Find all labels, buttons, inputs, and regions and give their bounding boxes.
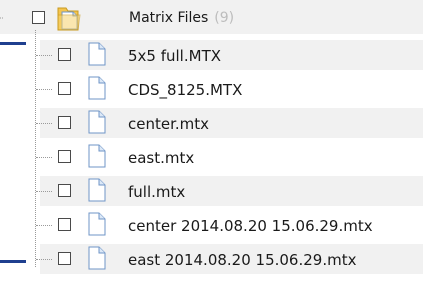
- tree-horizontal-connector: [36, 191, 52, 192]
- file-count: (9): [214, 10, 235, 26]
- tree-node-file[interactable]: center.mtx: [0, 106, 423, 140]
- tree-horizontal-connector: [36, 55, 52, 56]
- document-icon: [88, 110, 106, 134]
- file-label: CDS_8125.MTX: [128, 81, 243, 99]
- tree-horizontal-connector: [36, 123, 52, 124]
- file-label: 5x5 full.MTX: [128, 47, 222, 65]
- matrix-files-label: Matrix Files (9): [129, 9, 234, 27]
- document-icon: [88, 42, 106, 66]
- document-icon: [88, 178, 106, 202]
- file-checkbox[interactable]: [58, 48, 71, 61]
- folder-name: Matrix Files: [129, 10, 209, 26]
- folder-document-icon: [57, 7, 81, 31]
- tree-connector-icon: [0, 17, 4, 19]
- file-label: east.mtx: [128, 149, 195, 167]
- tree-node-matrix-files[interactable]: Matrix Files (9): [0, 0, 423, 38]
- tree-node-file[interactable]: east.mtx: [0, 140, 423, 174]
- tree-horizontal-connector: [36, 89, 52, 90]
- file-label: center 2014.08.20 15.06.29.mtx: [128, 217, 373, 235]
- matrix-files-checkbox[interactable]: [32, 11, 45, 24]
- file-label: center.mtx: [128, 115, 210, 133]
- tree-node-file[interactable]: full.mtx: [0, 174, 423, 208]
- matrix-files-tree: Matrix Files (9) 5x5 full.MTX CDS_8125.MT…: [0, 0, 423, 286]
- tree-node-file[interactable]: east 2014.08.20 15.06.29.mtx: [0, 242, 423, 276]
- tree-horizontal-connector: [36, 225, 52, 226]
- file-checkbox[interactable]: [58, 218, 71, 231]
- file-checkbox[interactable]: [58, 184, 71, 197]
- file-checkbox[interactable]: [58, 252, 71, 265]
- document-icon: [88, 246, 106, 270]
- file-label: east 2014.08.20 15.06.29.mtx: [128, 251, 357, 269]
- document-icon: [88, 212, 106, 236]
- tree-node-file[interactable]: CDS_8125.MTX: [0, 72, 423, 106]
- file-checkbox[interactable]: [58, 150, 71, 163]
- tree-node-file[interactable]: 5x5 full.MTX: [0, 38, 423, 72]
- document-icon: [88, 76, 106, 100]
- document-icon: [88, 144, 106, 168]
- tree-horizontal-connector: [36, 259, 52, 260]
- file-checkbox[interactable]: [58, 82, 71, 95]
- file-label: full.mtx: [128, 183, 186, 201]
- tree-node-file[interactable]: center 2014.08.20 15.06.29.mtx: [0, 208, 423, 242]
- tree-horizontal-connector: [36, 157, 52, 158]
- file-checkbox[interactable]: [58, 116, 71, 129]
